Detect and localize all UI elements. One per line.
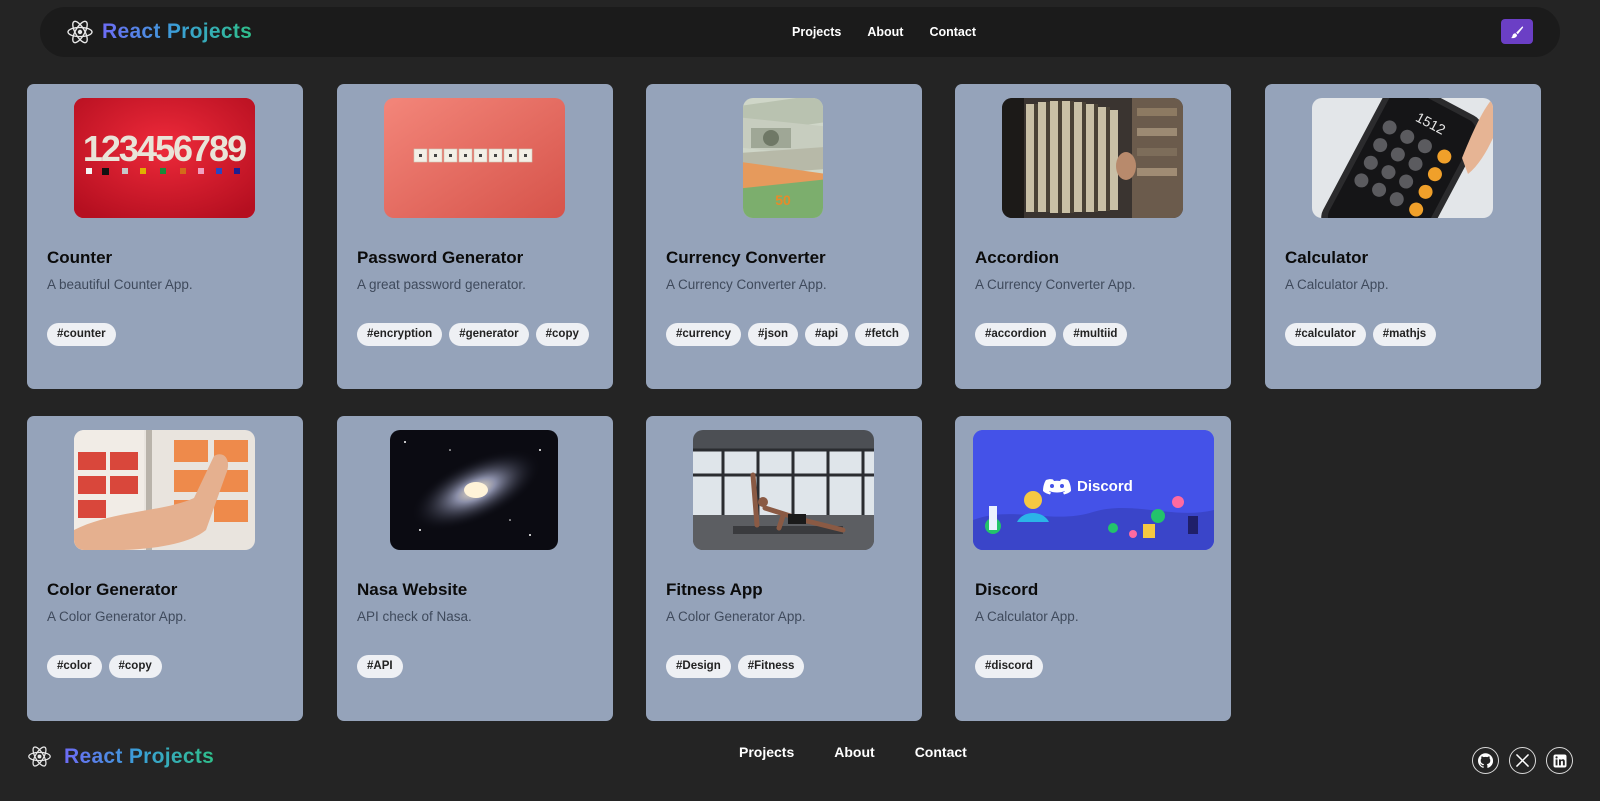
- project-card-color-generator[interactable]: Color Generator A Color Generator App. #…: [27, 416, 303, 721]
- navbar: React Projects Projects About Contact: [40, 7, 1560, 57]
- tag-fitness[interactable]: #Fitness: [737, 655, 805, 678]
- theme-toggle-button[interactable]: [1501, 19, 1533, 44]
- project-card-currency-converter[interactable]: 50 Currency Converter A Currency Convert…: [646, 84, 922, 389]
- project-title: Currency Converter: [666, 248, 826, 267]
- github-link[interactable]: [1472, 747, 1499, 774]
- tag-currency[interactable]: #currency: [666, 323, 741, 346]
- tag-generator[interactable]: #generator: [449, 323, 529, 346]
- project-title: Calculator: [1285, 248, 1369, 267]
- project-card-calculator[interactable]: 1512 Calculator A Calculator App. #calcu…: [1265, 84, 1541, 389]
- tag-json[interactable]: #json: [747, 323, 799, 346]
- project-card-nasa-website[interactable]: Nasa Website API check of Nasa. #API: [337, 416, 613, 721]
- project-description: A Color Generator App.: [666, 609, 806, 624]
- github-icon: [1478, 753, 1493, 768]
- project-description: A beautiful Counter App.: [47, 277, 193, 292]
- project-description: A Currency Converter App.: [975, 277, 1136, 292]
- banknotes-image: 50: [743, 98, 823, 218]
- project-image-discord: Discord: [973, 430, 1214, 550]
- project-title: Accordion: [975, 248, 1060, 267]
- tag-list: #color #copy: [47, 655, 297, 678]
- tag-fetch[interactable]: #fetch: [855, 323, 909, 346]
- x-icon: [1516, 754, 1529, 767]
- tag-copy[interactable]: #copy: [535, 323, 589, 346]
- project-card-password-generator[interactable]: Password Generator A great password gene…: [337, 84, 613, 389]
- svg-text:50: 50: [775, 192, 791, 208]
- tag-list: #accordion #multiid: [975, 323, 1225, 346]
- project-card-counter[interactable]: 123456789 Counter A beautiful Counter Ap…: [27, 84, 303, 389]
- accordion-instrument-image: [1002, 98, 1183, 218]
- tag-api[interactable]: #API: [357, 655, 403, 678]
- project-title: Counter: [47, 248, 113, 267]
- main-nav: Projects About Contact: [792, 7, 976, 57]
- project-image-color-generator: [74, 430, 255, 550]
- project-description: A Currency Converter App.: [666, 277, 827, 292]
- footer-nav: Projects About Contact: [739, 744, 967, 760]
- footer-brand-title: React Projects: [64, 744, 215, 768]
- nav-contact[interactable]: Contact: [929, 25, 976, 39]
- linkedin-icon: [1553, 754, 1566, 767]
- project-description: API check of Nasa.: [357, 609, 472, 624]
- tag-mathjs[interactable]: #mathjs: [1372, 323, 1437, 346]
- project-description: A Calculator App.: [1285, 277, 1389, 292]
- tag-list: #Design #Fitness: [666, 655, 916, 678]
- project-image-password-generator: [384, 98, 565, 218]
- phone-calculator-image: 1512: [1312, 98, 1493, 218]
- tag-list: #counter: [47, 323, 297, 346]
- project-card-fitness-app[interactable]: Fitness App A Color Generator App. #Desi…: [646, 416, 922, 721]
- project-image-currency-converter: 50: [743, 98, 823, 218]
- brush-icon: [1510, 25, 1524, 38]
- tag-list: #API: [357, 655, 607, 678]
- project-title: Nasa Website: [357, 580, 468, 599]
- tag-accordion[interactable]: #accordion: [975, 323, 1057, 346]
- project-title: Discord: [975, 580, 1039, 599]
- tag-list: #discord: [975, 655, 1225, 678]
- project-description: A Calculator App.: [975, 609, 1079, 624]
- project-title: Fitness App: [666, 580, 763, 599]
- project-card-discord[interactable]: Discord Discord A Calculator App. #disco…: [955, 416, 1231, 721]
- fitness-pose-image: [693, 430, 874, 550]
- footer-link-projects[interactable]: Projects: [739, 744, 794, 760]
- tag-counter[interactable]: #counter: [47, 323, 116, 346]
- project-image-accordion: [1002, 98, 1183, 218]
- project-description: A great password generator.: [357, 277, 526, 292]
- tag-list: #calculator #mathjs: [1285, 323, 1535, 346]
- tag-color[interactable]: #color: [47, 655, 102, 678]
- tag-copy[interactable]: #copy: [108, 655, 162, 678]
- react-atom-icon: [28, 746, 51, 767]
- counter-numbers-image: 123456789: [74, 98, 255, 218]
- project-description: A Color Generator App.: [47, 609, 187, 624]
- spiral-galaxy-image: [390, 430, 558, 550]
- react-atom-icon: [67, 20, 93, 44]
- linkedin-link[interactable]: [1546, 747, 1573, 774]
- discord-wordmark: Discord: [1077, 478, 1133, 495]
- project-image-calculator: 1512: [1312, 98, 1493, 218]
- tag-list: #encryption #generator #copy: [357, 323, 607, 346]
- footer-link-about[interactable]: About: [834, 744, 874, 760]
- tag-list: #currency #json #api #fetch: [666, 323, 916, 346]
- password-tiles-image: [384, 98, 565, 218]
- project-card-accordion[interactable]: Accordion A Currency Converter App. #acc…: [955, 84, 1231, 389]
- project-image-nasa-website: [390, 430, 558, 550]
- tag-encryption[interactable]: #encryption: [357, 323, 443, 346]
- tag-calculator[interactable]: #calculator: [1285, 323, 1366, 346]
- tag-multiid[interactable]: #multiid: [1063, 323, 1128, 346]
- tag-api[interactable]: #api: [805, 323, 849, 346]
- footer-link-contact[interactable]: Contact: [915, 744, 967, 760]
- tag-discord[interactable]: #discord: [975, 655, 1043, 678]
- tag-design[interactable]: #Design: [666, 655, 731, 678]
- project-title: Password Generator: [357, 248, 524, 267]
- project-title: Color Generator: [47, 580, 178, 599]
- svg-text:123456789: 123456789: [83, 128, 246, 169]
- project-image-counter: 123456789: [74, 98, 255, 218]
- nav-about[interactable]: About: [867, 25, 903, 39]
- nav-projects[interactable]: Projects: [792, 25, 841, 39]
- brand-link[interactable]: React Projects: [66, 7, 252, 57]
- brand-title: React Projects: [102, 20, 253, 43]
- color-swatches-image: [74, 430, 255, 550]
- footer-brand-link[interactable]: React Projects: [27, 744, 214, 769]
- project-image-fitness-app: [693, 430, 874, 550]
- social-links: [1472, 747, 1573, 774]
- x-link[interactable]: [1509, 747, 1536, 774]
